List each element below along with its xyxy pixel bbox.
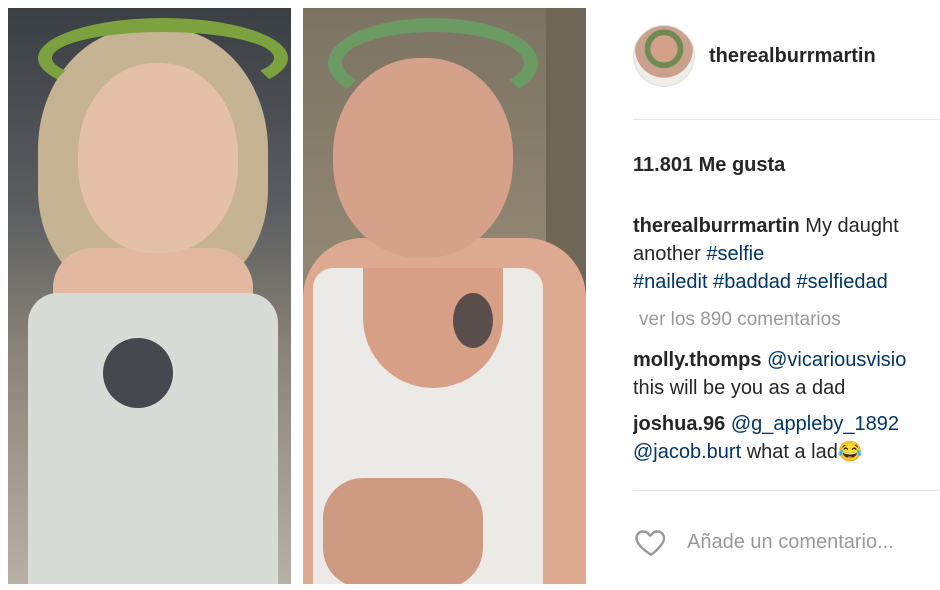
- hashtag-selfie[interactable]: #selfie: [706, 243, 764, 265]
- photo-daughter-selfie: [8, 8, 291, 584]
- caption: therealburrmartin My daught: [633, 212, 940, 240]
- leaf-wreath: [328, 18, 538, 108]
- tank-top: [28, 293, 278, 584]
- comment-mention-2[interactable]: @jacob.burt: [633, 441, 741, 463]
- leaf-wreath: [38, 18, 288, 98]
- comment-mention[interactable]: @vicariousvisio: [767, 349, 906, 371]
- comment: joshua.96 @g_appleby_1892: [633, 410, 940, 438]
- caption-hashtags: #nailedit #baddad #selfiedad: [633, 268, 940, 296]
- comment-username[interactable]: molly.thomps: [633, 349, 762, 371]
- laughing-emoji-icon: 😂: [837, 441, 863, 463]
- header-divider: [633, 119, 940, 120]
- comments-list: therealburrmartin My daught another #sel…: [633, 212, 940, 466]
- comment-username[interactable]: joshua.96: [633, 413, 725, 435]
- arm: [323, 478, 483, 584]
- caption-text-2: another: [633, 243, 707, 265]
- hashtag-selfiedad[interactable]: #selfiedad: [797, 271, 888, 293]
- comment-text: this will be you as a dad: [633, 377, 846, 399]
- comment: molly.thomps @vicariousvisio: [633, 346, 940, 374]
- comment-mention[interactable]: @g_appleby_1892: [731, 413, 899, 435]
- author-username[interactable]: therealburrmartin: [709, 45, 876, 68]
- caption-username[interactable]: therealburrmartin: [633, 215, 800, 237]
- post-sidebar: therealburrmartin 11.801 Me gusta therea…: [605, 0, 940, 590]
- likes-count[interactable]: 11.801 Me gusta: [633, 154, 785, 177]
- add-comment-input[interactable]: Añade un comentario...: [687, 531, 894, 554]
- chest-tattoo: [453, 293, 493, 348]
- heart-outline-icon[interactable]: [633, 524, 669, 560]
- comment-text-line: @jacob.burt what a lad😂: [633, 438, 940, 466]
- photo-dad-selfie: [303, 8, 586, 584]
- post-photo[interactable]: [8, 8, 586, 584]
- caption-line-2: another #selfie: [633, 240, 940, 268]
- hashtag-baddad[interactable]: #baddad: [713, 271, 791, 293]
- avatar[interactable]: [633, 25, 695, 87]
- post-header: therealburrmartin: [633, 24, 940, 88]
- add-comment-row: Añade un comentario...: [633, 524, 940, 560]
- caption-text: My daught: [805, 215, 899, 237]
- view-all-comments-link[interactable]: ver los 890 comentarios: [639, 306, 940, 334]
- comment-text: what a lad: [741, 441, 838, 463]
- chest-tattoo: [103, 338, 173, 408]
- hashtag-nailedit[interactable]: #nailedit: [633, 271, 708, 293]
- comments-divider: [633, 490, 940, 491]
